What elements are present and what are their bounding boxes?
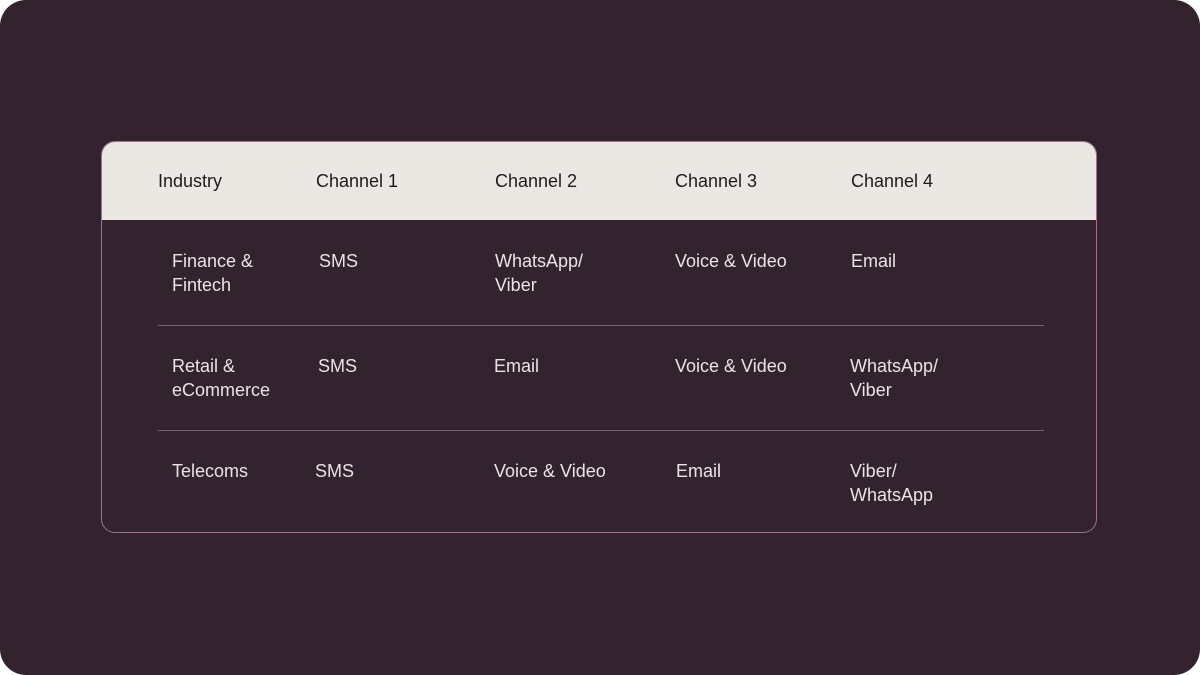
cell-channel-2: Email [494, 356, 540, 376]
cell-channel-3: Voice & Video [675, 356, 787, 376]
row-divider [158, 430, 1044, 431]
cell-channel-4: Viber/ WhatsApp [850, 461, 934, 505]
row-divider [158, 325, 1044, 326]
cell-channel-1: SMS [315, 461, 355, 481]
cell-industry: Finance & Fintech [172, 251, 254, 295]
cell-channel-4: Email [851, 251, 897, 271]
cell-channel-4: WhatsApp/ Viber [850, 356, 939, 400]
header-channel-1: Channel 1 [316, 171, 399, 191]
cell-channel-3: Voice & Video [675, 251, 787, 271]
cell-channel-3: Email [676, 461, 722, 481]
cell-industry: Telecoms [172, 461, 249, 481]
channel-table: Industry Channel 1 Channel 2 Channel 3 C… [101, 141, 1097, 533]
header-channel-4: Channel 4 [851, 171, 934, 191]
row-divider [158, 532, 1044, 533]
table-header: Industry Channel 1 Channel 2 Channel 3 C… [102, 142, 1096, 220]
cell-channel-2: WhatsApp/ Viber [495, 251, 584, 295]
header-channel-3: Channel 3 [675, 171, 758, 191]
slide-background: Industry Channel 1 Channel 2 Channel 3 C… [0, 0, 1200, 675]
cell-channel-1: SMS [318, 356, 358, 376]
header-channel-2: Channel 2 [495, 171, 578, 191]
cell-industry: Retail & eCommerce [172, 356, 271, 400]
cell-channel-1: SMS [319, 251, 359, 271]
header-industry: Industry [158, 171, 223, 191]
cell-channel-2: Voice & Video [494, 461, 606, 481]
